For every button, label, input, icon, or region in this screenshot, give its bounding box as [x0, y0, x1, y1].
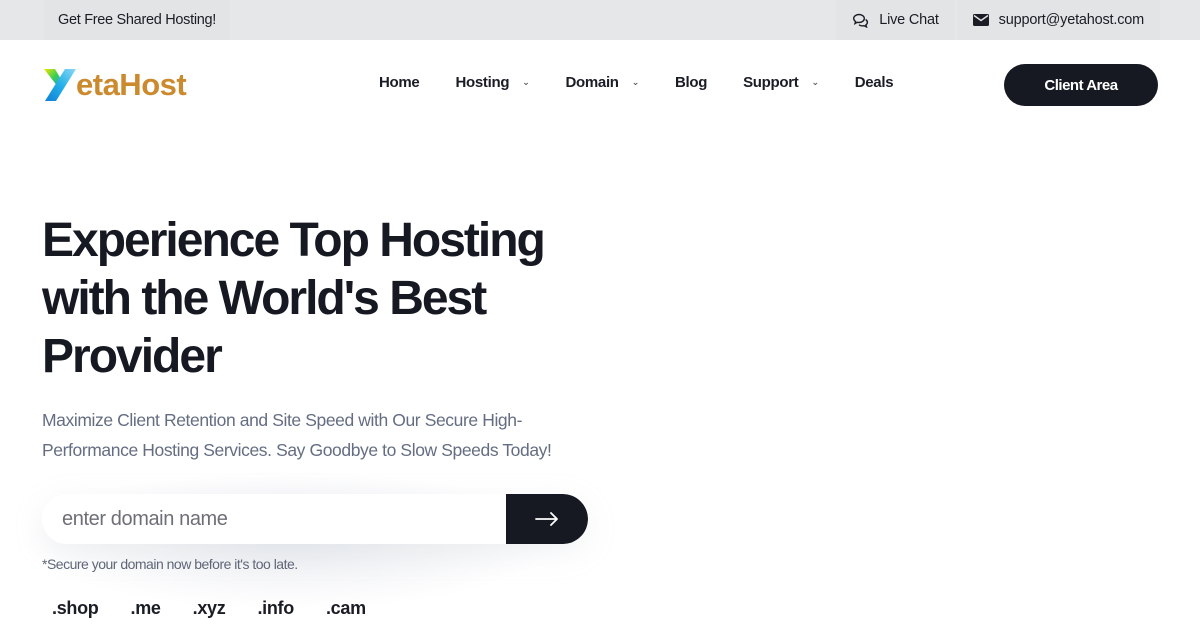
site-header: etaHost Home Hosting ⌄ Domain ⌄ Blog Suppo…: [0, 40, 1200, 130]
envelope-icon: [972, 14, 989, 26]
logo-text: etaHost: [76, 67, 187, 102]
nav-blog-label: Blog: [674, 74, 708, 91]
tld-item[interactable]: .shop: [52, 598, 99, 619]
nav-home-label: Home: [379, 74, 420, 91]
hero-title: Experience Top Hosting with the World's …: [42, 214, 546, 383]
nav-domain-label: Domain: [565, 74, 619, 91]
tld-item[interactable]: .info: [257, 598, 294, 619]
nav-deals-label: Deals: [854, 74, 894, 91]
tld-item[interactable]: .xyz: [193, 598, 226, 619]
main-nav: Home Hosting ⌄ Domain ⌄ Blog Support ⌄ Deal…: [379, 74, 929, 91]
nav-hosting-label: Hosting: [455, 74, 510, 91]
nav-domain[interactable]: Domain ⌄: [565, 74, 640, 91]
support-email-label: support@yetahost.com: [998, 12, 1145, 28]
nav-deals[interactable]: Deals: [855, 74, 894, 91]
nav-blog[interactable]: Blog: [675, 74, 707, 91]
chevron-down-icon: ⌄: [811, 77, 819, 87]
live-chat-label: Live Chat: [879, 12, 939, 28]
domain-search-button[interactable]: [506, 494, 588, 544]
domain-search: [42, 494, 588, 544]
chevron-down-icon: ⌄: [522, 77, 530, 87]
support-email-link[interactable]: support@yetahost.com: [956, 0, 1160, 40]
search-note: *Secure your domain now before it's too …: [42, 556, 298, 572]
client-area-button[interactable]: Client Area: [1004, 64, 1158, 106]
top-bar: Get Free Shared Hosting! Live Chat suppo…: [0, 0, 1200, 40]
arrow-right-icon: [535, 512, 558, 526]
nav-hosting[interactable]: Hosting ⌄: [455, 74, 529, 91]
nav-home[interactable]: Home: [379, 74, 420, 91]
logo-mark-icon: [44, 69, 76, 101]
nav-support-label: Support: [743, 74, 799, 91]
logo[interactable]: etaHost: [42, 67, 187, 103]
tld-item[interactable]: .me: [131, 598, 161, 619]
chevron-down-icon: ⌄: [631, 77, 640, 87]
live-chat-link[interactable]: Live Chat: [836, 0, 955, 40]
promo-text[interactable]: Get Free Shared Hosting!: [44, 0, 231, 40]
tld-item[interactable]: .cam: [326, 598, 366, 619]
tld-list: .shop .me .xyz .info .cam: [52, 598, 398, 619]
chat-bubbles-icon: [853, 13, 869, 28]
domain-search-input[interactable]: [42, 494, 506, 544]
nav-support[interactable]: Support ⌄: [743, 74, 819, 91]
hero-subtitle: Maximize Client Retention and Site Speed…: [42, 410, 552, 460]
topbar-contact: Live Chat support@yetahost.com: [834, 0, 1160, 40]
